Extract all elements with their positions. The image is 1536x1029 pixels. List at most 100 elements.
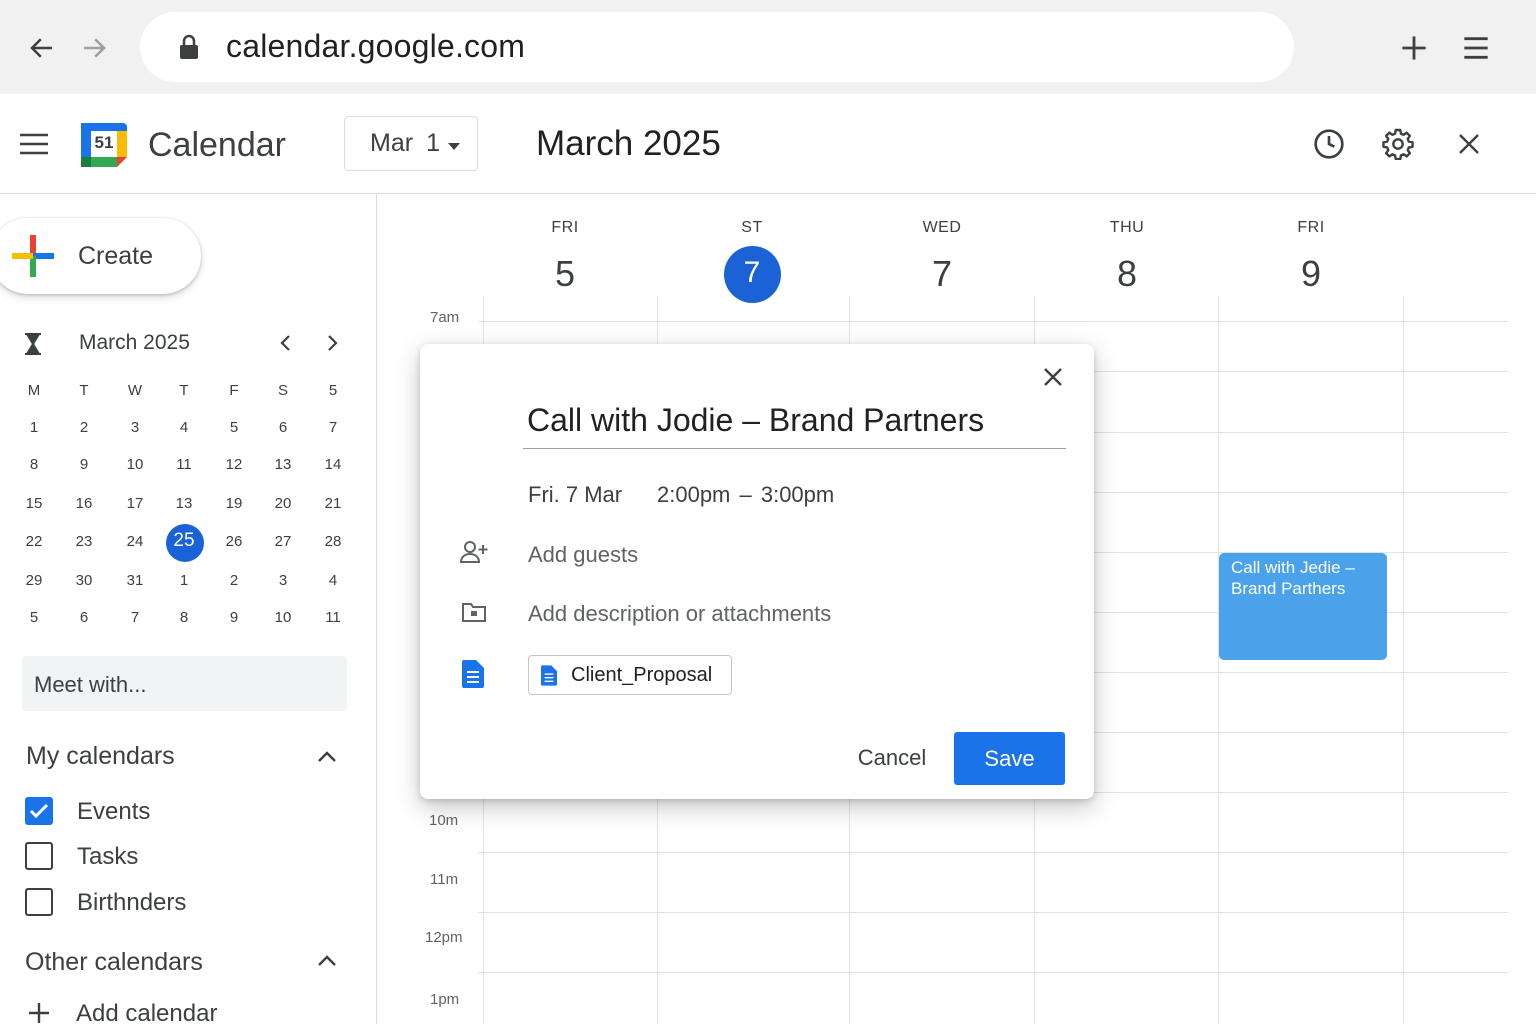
meet-with-search-input[interactable]: Meet with...	[22, 656, 347, 711]
time-label: 7am	[430, 309, 460, 326]
mini-day[interactable]: 7	[313, 419, 353, 436]
add-description-field[interactable]: Add description or attachments	[528, 601, 831, 627]
mini-day[interactable]: 24	[115, 533, 155, 550]
mini-day[interactable]: 8	[14, 456, 54, 473]
mini-day[interactable]: 10	[115, 456, 155, 473]
mini-day[interactable]: 16	[64, 495, 104, 512]
day-column-number[interactable]: 5	[525, 253, 605, 295]
mini-prev-month-chevron-left-icon[interactable]	[272, 330, 298, 356]
other-calendars-title: Other calendars	[25, 948, 203, 976]
mini-day[interactable]: 7	[115, 609, 155, 626]
mini-day[interactable]: 5	[214, 419, 254, 436]
mini-day[interactable]: 15	[14, 495, 54, 512]
mini-day[interactable]: 1	[14, 419, 54, 436]
mini-day[interactable]: 30	[64, 572, 104, 589]
calendar-label: Birthnders	[77, 889, 187, 916]
mini-day[interactable]: 1	[164, 572, 204, 589]
event-date-selector[interactable]: Fri. 7 Mar	[528, 482, 622, 508]
mini-day[interactable]: 2	[64, 419, 104, 436]
mini-day[interactable]: 12	[214, 456, 254, 473]
event-time-range-selector[interactable]: 2:00pm – 3:00pm	[657, 482, 834, 508]
mini-day[interactable]: 6	[263, 419, 303, 436]
day-column-name: FRI	[551, 219, 579, 236]
grid-hour-line	[478, 852, 1508, 853]
mini-weekday-header: W	[127, 382, 143, 399]
mini-weekday-header: S	[277, 382, 288, 399]
add-guests-field[interactable]: Add guests	[528, 542, 638, 568]
url-text[interactable]: calendar.google.com	[226, 28, 525, 65]
add-person-icon	[459, 540, 488, 569]
mini-day[interactable]: 13	[164, 495, 204, 512]
day-column-number[interactable]: 8	[1087, 253, 1167, 295]
back-arrow-icon[interactable]	[24, 30, 60, 66]
mini-day[interactable]: 21	[313, 495, 353, 512]
dialog-close-icon[interactable]	[1038, 362, 1068, 392]
mini-day[interactable]: 11	[313, 609, 353, 626]
mini-day[interactable]: 8	[164, 609, 204, 626]
mini-day[interactable]: 11	[164, 456, 204, 473]
my-calendars-collapse-chevron-up-icon[interactable]	[312, 744, 342, 770]
mini-day[interactable]: 6	[64, 609, 104, 626]
date-picker-day: 1	[426, 129, 440, 157]
caret-down-icon	[447, 129, 460, 158]
day-column-number-today[interactable]: 7	[712, 256, 792, 290]
mini-day[interactable]: 22	[14, 533, 54, 550]
forward-arrow-icon[interactable]	[76, 30, 112, 66]
mini-day[interactable]: 9	[214, 609, 254, 626]
new-tab-plus-icon[interactable]	[1396, 30, 1432, 66]
mini-day[interactable]: 3	[115, 419, 155, 436]
cancel-button[interactable]: Cancel	[840, 732, 944, 784]
mini-day[interactable]: 4	[313, 572, 353, 589]
mini-weekday-header: F	[229, 382, 239, 399]
hourglass-icon[interactable]	[24, 333, 42, 360]
grid-column-divider	[1218, 296, 1219, 1024]
mini-day[interactable]: 13	[263, 456, 303, 473]
close-icon[interactable]	[1449, 124, 1489, 164]
save-button[interactable]: Save	[954, 732, 1065, 785]
mini-day[interactable]: 2	[214, 572, 254, 589]
other-calendars-collapse-chevron-up-icon[interactable]	[312, 948, 342, 974]
mini-day[interactable]: 17	[115, 495, 155, 512]
add-calendar-plus-icon[interactable]	[28, 1002, 50, 1029]
day-column-number[interactable]: 7	[902, 253, 982, 295]
grid-hour-line	[478, 321, 1508, 322]
create-button[interactable]: Create	[0, 218, 201, 294]
mini-day[interactable]: 20	[263, 495, 303, 512]
mini-day[interactable]: 28	[313, 533, 353, 550]
mini-day[interactable]: 9	[64, 456, 104, 473]
event-title-input[interactable]: Call with Jodie – Brand Partners	[527, 402, 984, 439]
mini-day[interactable]: 19	[214, 495, 254, 512]
date-picker-month: Mar	[370, 129, 414, 157]
day-column-name: WED	[922, 219, 962, 236]
calendar-checkbox[interactable]	[25, 842, 53, 870]
calendar-event-block[interactable]: Call with Jedie – Brand Parthers	[1219, 553, 1387, 660]
settings-gear-icon[interactable]	[1378, 124, 1418, 164]
mini-next-month-chevron-right-icon[interactable]	[320, 330, 346, 356]
calendar-checkbox[interactable]	[25, 888, 53, 916]
mini-day[interactable]: 26	[214, 533, 254, 550]
browser-menu-icon[interactable]	[1458, 30, 1494, 66]
mini-weekday-header: M	[27, 382, 41, 399]
attachment-name: Client_Proposal	[571, 663, 713, 686]
mini-day[interactable]: 10	[263, 609, 303, 626]
mini-day[interactable]: 14	[313, 456, 353, 473]
calendar-checkbox[interactable]	[25, 797, 53, 825]
folder-attachment-icon	[461, 601, 487, 628]
history-clock-icon[interactable]	[1309, 124, 1349, 164]
mini-day[interactable]: 23	[64, 533, 104, 550]
hamburger-menu-icon[interactable]	[14, 124, 54, 164]
day-column-number[interactable]: 9	[1271, 253, 1351, 295]
mini-day[interactable]: 29	[14, 572, 54, 589]
mini-day[interactable]: 31	[115, 572, 155, 589]
my-calendars-title: My calendars	[26, 742, 175, 770]
colorful-plus-icon	[12, 235, 54, 282]
date-picker-dropdown[interactable]: Mar 1	[344, 116, 478, 171]
create-label: Create	[78, 242, 154, 270]
mini-day[interactable]: 3	[263, 572, 303, 589]
attachment-chip[interactable]: Client_Proposal	[528, 655, 732, 695]
mini-day-selected[interactable]: 25	[164, 530, 204, 552]
time-label: 1pm	[430, 991, 460, 1008]
mini-day[interactable]: 27	[263, 533, 303, 550]
mini-day[interactable]: 4	[164, 419, 204, 436]
mini-day[interactable]: 5	[14, 609, 54, 626]
